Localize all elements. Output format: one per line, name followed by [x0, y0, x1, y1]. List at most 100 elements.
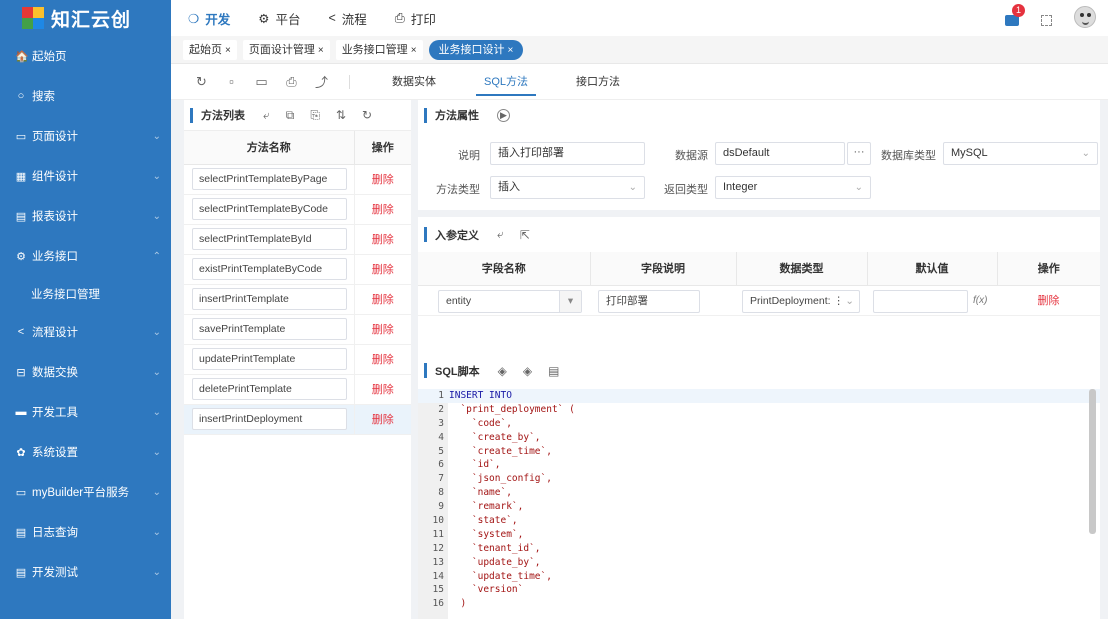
sidebar-item[interactable]: ▭ myBuilder平台服务 ⌄: [0, 472, 171, 512]
method-name-input[interactable]: selectPrintTemplateByCode: [192, 198, 347, 220]
delete-link[interactable]: 删除: [353, 224, 411, 255]
export-icon[interactable]: ⤴: [315, 72, 328, 91]
method-name-input[interactable]: insertPrintTemplate: [192, 288, 347, 310]
format-icon[interactable]: ◈: [523, 364, 532, 378]
table-row[interactable]: deletePrintTemplate 删除: [184, 374, 411, 405]
sidebar-item[interactable]: ▤ 开发测试 ⌄: [0, 552, 171, 592]
sidebar-item[interactable]: ▤ 日志查询 ⌄: [0, 512, 171, 552]
page-tab[interactable]: 业务接口管理 ×: [335, 39, 423, 60]
paste-icon[interactable]: ⎘: [310, 108, 320, 123]
method-name-input[interactable]: savePrintTemplate: [192, 318, 347, 340]
line-number: 1: [438, 390, 444, 401]
desc-input[interactable]: 插入打印部署: [490, 142, 645, 165]
fullscreen-icon[interactable]: [1041, 14, 1052, 26]
method-type-select[interactable]: 插入 ⌄: [490, 176, 645, 199]
add-param-icon[interactable]: ⤶: [497, 227, 504, 242]
message-icon[interactable]: 1: [1005, 3, 1025, 26]
table-row[interactable]: selectPrintTemplateByPage 删除: [184, 164, 411, 195]
delete-link[interactable]: 删除: [353, 374, 411, 405]
close-icon[interactable]: ×: [225, 45, 231, 56]
sql-script-section: SQL脚本 ◈ ◈ ▤: [418, 352, 1100, 389]
open-folder-icon[interactable]: ▭: [255, 74, 268, 90]
sidebar-item[interactable]: ▦ 组件设计 ⌄: [0, 156, 171, 196]
page-tab[interactable]: 业务接口设计 ×: [428, 39, 524, 60]
editor-scrollbar[interactable]: [1089, 389, 1096, 534]
sidebar-item[interactable]: 🏠 起始页: [0, 36, 171, 76]
table-row[interactable]: existPrintTemplateByCode 删除: [184, 254, 411, 285]
save-icon[interactable]: ▫: [225, 74, 238, 89]
method-name-input[interactable]: selectPrintTemplateByPage: [192, 168, 347, 190]
sidebar-item[interactable]: ⚙ 业务接口 ⌃: [0, 236, 171, 276]
param-default-input[interactable]: [873, 289, 968, 313]
delete-link[interactable]: 删除: [353, 164, 411, 195]
add-icon[interactable]: ⤶: [263, 108, 270, 123]
sidebar-item[interactable]: ○ 搜索: [0, 76, 171, 116]
print-icon[interactable]: ⎙: [285, 74, 298, 90]
param-delete-link[interactable]: 删除: [997, 285, 1100, 316]
subtab[interactable]: 接口方法: [572, 64, 624, 100]
sidebar-item[interactable]: 业务接口管理: [0, 276, 171, 312]
chevron-icon: ⌄: [152, 326, 161, 338]
run-icon[interactable]: ▶: [497, 108, 510, 122]
delete-link[interactable]: 删除: [353, 404, 411, 435]
select-param-icon[interactable]: ⇱: [520, 228, 530, 242]
sidebar-item[interactable]: ▭ 页面设计 ⌄: [0, 116, 171, 156]
delete-link[interactable]: 删除: [353, 314, 411, 345]
sidebar-item[interactable]: ▬ 开发工具 ⌄: [0, 392, 171, 432]
sidebar-item-label: 流程设计: [32, 327, 78, 339]
logo[interactable]: 知汇云创: [0, 0, 171, 36]
table-row[interactable]: updatePrintTemplate 删除: [184, 344, 411, 375]
top-nav-0[interactable]: ❍ 开发: [188, 9, 230, 28]
delete-link[interactable]: 删除: [353, 344, 411, 375]
table-row[interactable]: selectPrintTemplateByCode 删除: [184, 194, 411, 225]
sidebar-item[interactable]: ▤ 报表设计 ⌄: [0, 196, 171, 236]
copy-icon[interactable]: ⧉: [286, 108, 295, 123]
sidebar-item-label: 页面设计: [32, 131, 78, 143]
return-type-select[interactable]: Integer ⌄: [715, 176, 871, 199]
table-row[interactable]: savePrintTemplate 删除: [184, 314, 411, 345]
top-nav-1[interactable]: ⚙ 平台: [258, 9, 300, 28]
method-name-input[interactable]: deletePrintTemplate: [192, 378, 347, 400]
datasource-picker-button[interactable]: ···: [847, 142, 871, 165]
refresh-icon[interactable]: ↻: [195, 74, 208, 90]
refresh-icon[interactable]: ↻: [362, 108, 372, 122]
sidebar-item[interactable]: ✿ 系统设置 ⌄: [0, 432, 171, 472]
table-row[interactable]: selectPrintTemplateById 删除: [184, 224, 411, 255]
method-name-input[interactable]: insertPrintDeployment: [192, 408, 347, 430]
sort-icon[interactable]: ⇅: [336, 108, 346, 122]
close-icon[interactable]: ×: [411, 45, 417, 56]
close-icon[interactable]: ×: [318, 45, 324, 56]
chevron-icon: ⌄: [152, 406, 161, 418]
param-name-dropdown-icon[interactable]: ▾: [559, 290, 581, 312]
table-row[interactable]: insertPrintDeployment 删除: [184, 404, 411, 435]
sidebar-item[interactable]: < 流程设计 ⌄: [0, 312, 171, 352]
delete-link[interactable]: 删除: [353, 194, 411, 225]
method-name-input[interactable]: existPrintTemplateByCode: [192, 258, 347, 280]
formula-icon[interactable]: f(x): [973, 295, 987, 306]
page-tab[interactable]: 页面设计管理 ×: [242, 39, 330, 60]
page-tab[interactable]: 起始页 ×: [183, 39, 237, 60]
param-type-select[interactable]: PrintDeployment: ⋮ ⌄: [742, 289, 860, 313]
delete-link[interactable]: 删除: [353, 284, 411, 315]
sidebar-item[interactable]: ⊟ 数据交换 ⌄: [0, 352, 171, 392]
param-name-input[interactable]: entity ▾: [438, 289, 582, 313]
subtab[interactable]: SQL方法: [475, 64, 537, 100]
document-icon[interactable]: ▤: [548, 364, 559, 378]
sql-editor[interactable]: 1 INSERT INTO 2 `print_deployment` (3 `cod…: [418, 389, 1100, 619]
delete-link[interactable]: 删除: [353, 254, 411, 285]
datasource-input[interactable]: dsDefault: [715, 142, 845, 165]
method-name-input[interactable]: updatePrintTemplate: [192, 348, 347, 370]
table-row[interactable]: insertPrintTemplate 删除: [184, 284, 411, 315]
code-line: 3 `code`,: [418, 417, 1100, 431]
right-panel: 方法属性 ▶ 说明 插入打印部署 数据源 dsDefault ··· 数据库类型…: [418, 100, 1100, 619]
avatar[interactable]: [1074, 6, 1096, 28]
top-nav-3[interactable]: ⎙ 打印: [395, 9, 436, 28]
close-icon[interactable]: ×: [508, 45, 514, 56]
subtab[interactable]: 数据实体: [388, 64, 440, 100]
dbtype-select[interactable]: MySQL ⌄: [943, 142, 1098, 165]
param-desc-input[interactable]: 打印部署: [598, 289, 700, 313]
format-icon[interactable]: ◈: [498, 364, 507, 378]
top-nav-2[interactable]: < 流程: [328, 9, 366, 28]
method-name-input[interactable]: selectPrintTemplateById: [192, 228, 347, 250]
code-text: `code`,: [449, 417, 512, 429]
